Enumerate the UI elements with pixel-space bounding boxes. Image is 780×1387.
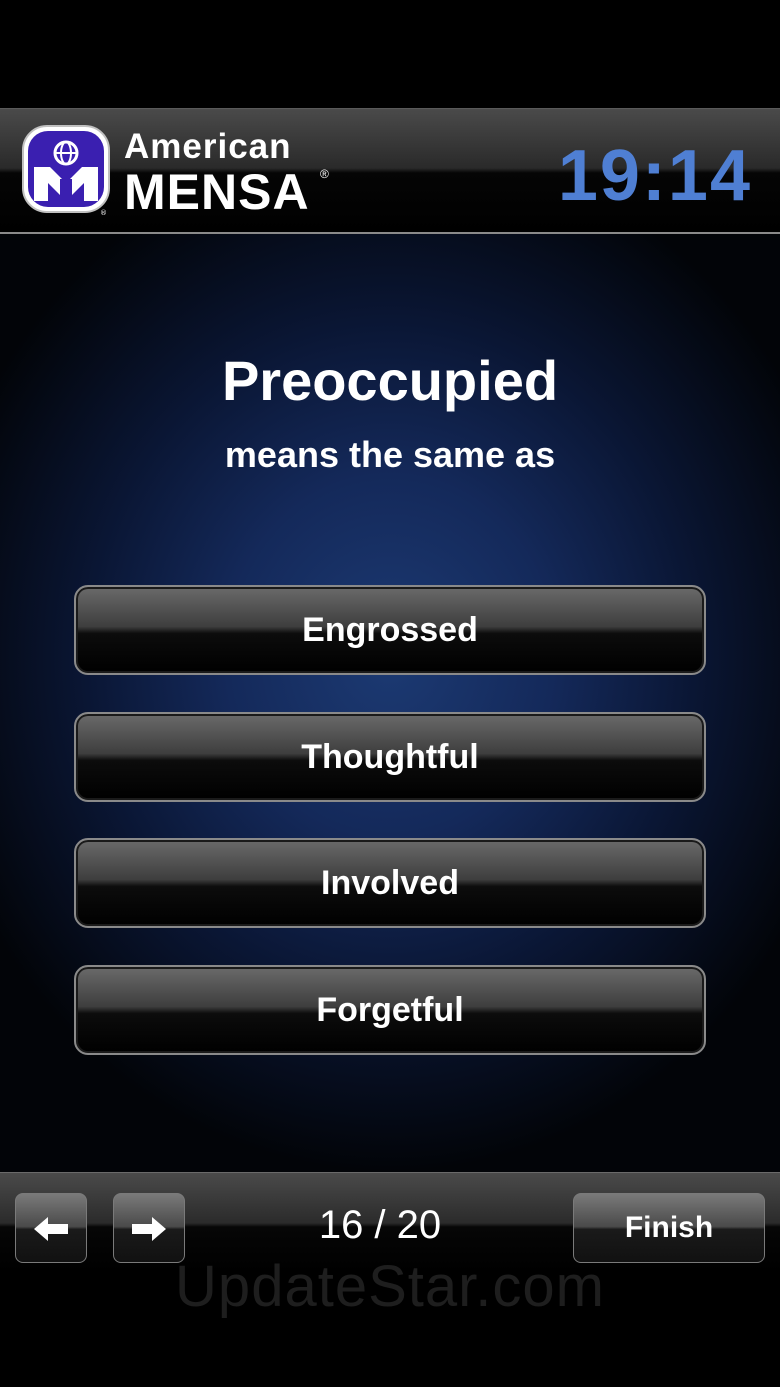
watermark: UpdateStar.com (175, 1254, 605, 1319)
answer-option-1[interactable]: Engrossed (74, 585, 706, 675)
answer-option-4[interactable]: Forgetful (74, 965, 706, 1055)
arrow-right-icon (132, 1216, 166, 1241)
question-word: Preoccupied (221, 349, 559, 412)
header-bar: ® American MENSA ® 19:14 (0, 108, 780, 234)
question-prompt: means the same as (224, 434, 556, 475)
question-progress: 16 / 20 (318, 1203, 442, 1247)
app-screen: ® American MENSA ® 19:14 Preoccupied mea… (0, 0, 780, 1387)
bottom-toolbar: 16 / 20 Finish UpdateStar.com (0, 1172, 780, 1387)
brand-name-top: American (124, 127, 292, 166)
mensa-logo-icon: ® (22, 125, 110, 217)
question-panel: Preoccupied means the same as Engrossed … (0, 234, 780, 1172)
answer-option-3[interactable]: Involved (74, 838, 706, 928)
brand-name-bottom: MENSA (124, 164, 310, 220)
registered-mark: ® (320, 167, 329, 181)
countdown-timer: 19:14 (557, 136, 752, 216)
svg-text:®: ® (100, 209, 107, 217)
arrow-left-icon (34, 1216, 68, 1241)
answer-option-2[interactable]: Thoughtful (74, 712, 706, 802)
